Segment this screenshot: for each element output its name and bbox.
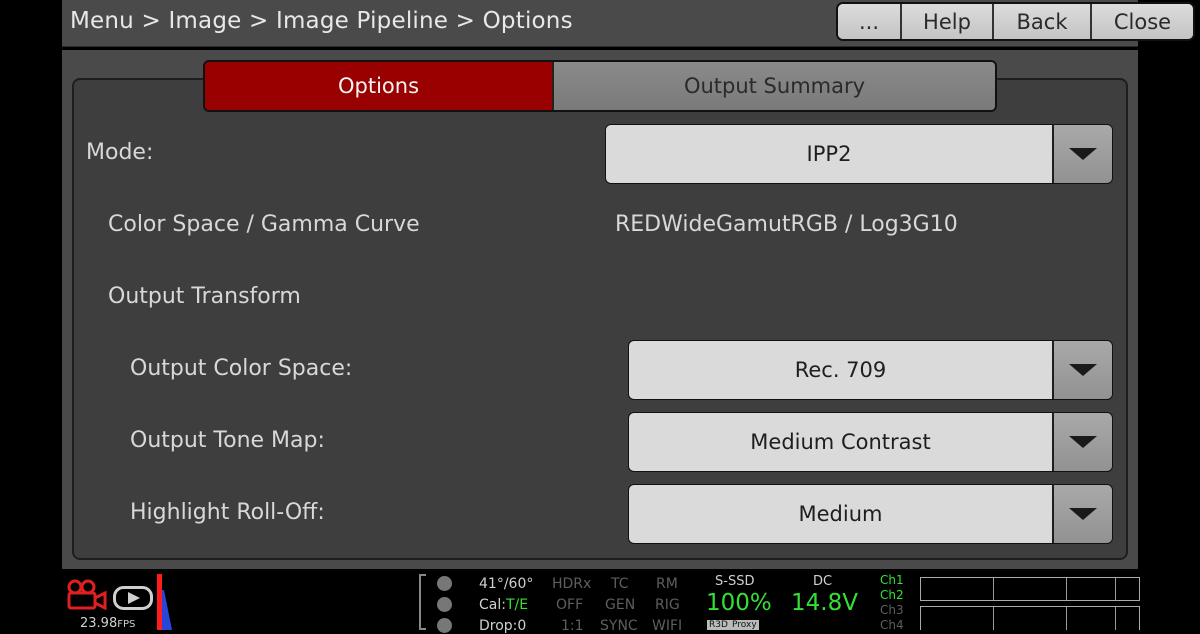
play-icon[interactable]: [113, 586, 153, 610]
chevron-down-icon: [1069, 148, 1097, 160]
output-tone-map-dropdown[interactable]: Medium Contrast: [628, 412, 1113, 472]
breadcrumb: Menu > Image > Image Pipeline > Options: [70, 8, 573, 34]
proxy-badge: Proxy: [730, 620, 759, 630]
top-bar: Menu > Image > Image Pipeline > Options …: [62, 0, 1195, 47]
status-bracket: [419, 574, 426, 630]
temperature-readout: 41°/60°: [479, 576, 534, 592]
back-button[interactable]: Back: [994, 4, 1092, 39]
highlight-rolloff-dropdown-button[interactable]: [1054, 485, 1112, 543]
power-voltage: 14.8V: [791, 590, 858, 616]
timecode-sync: SYNC: [600, 618, 638, 634]
color-space-value: REDWideGamutRGB / Log3G10: [615, 212, 958, 237]
status-bar: 23.98FPS 41°/60° Cal:T/E Drop:0 HDRx OFF…: [0, 570, 1200, 634]
chevron-down-icon: [1069, 364, 1097, 376]
output-color-space-dropdown[interactable]: Rec. 709: [628, 340, 1113, 400]
audio-meter-tick: [1115, 578, 1116, 600]
drop-readout: Drop:0: [479, 618, 527, 634]
audio-meter-tick: [1115, 607, 1116, 630]
output-tone-map-label: Output Tone Map:: [130, 428, 325, 453]
highlight-rolloff-value[interactable]: Medium: [629, 485, 1054, 543]
audio-meter-tick: [1066, 607, 1067, 630]
tab-bar: Options Output Summary: [203, 60, 997, 112]
color-space-label: Color Space / Gamma Curve: [108, 212, 420, 237]
channel-2: Ch2: [880, 588, 904, 602]
audio-meter-tick: [993, 578, 994, 600]
hdrx-value: OFF: [556, 597, 584, 613]
mode-label: Mode:: [86, 140, 154, 165]
audio-meter-bottom: [920, 606, 1140, 630]
close-button[interactable]: Close: [1092, 4, 1193, 39]
hdrx-ratio: 1:1: [561, 618, 584, 634]
remote-wifi: WIFI: [652, 618, 683, 634]
main-panel: Options Output Summary Mode: IPP2 Color …: [62, 50, 1138, 569]
hdrx-label: HDRx: [552, 576, 592, 592]
power-label: DC: [813, 574, 833, 589]
help-button[interactable]: Help: [902, 4, 994, 39]
output-color-space-dropdown-button[interactable]: [1054, 341, 1112, 399]
channel-1: Ch1: [880, 573, 904, 587]
timecode-value: GEN: [605, 597, 636, 613]
highlight-rolloff-label: Highlight Roll-Off:: [130, 500, 325, 525]
calibration-readout: Cal:T/E: [479, 597, 528, 613]
highlight-rolloff-dropdown[interactable]: Medium: [628, 484, 1113, 544]
tab-options[interactable]: Options: [205, 62, 554, 110]
mode-value[interactable]: IPP2: [606, 125, 1054, 183]
output-tone-map-dropdown-button[interactable]: [1054, 413, 1112, 471]
r3d-badge: R3D: [707, 620, 730, 630]
timecode-label: TC: [611, 576, 629, 592]
level-meter-blue: [162, 590, 172, 630]
media-capacity: 100%: [706, 590, 772, 616]
remote-label: RM: [656, 576, 678, 592]
output-color-space-label: Output Color Space:: [130, 356, 353, 381]
record-camera-icon[interactable]: [66, 578, 108, 610]
media-label: S-SSD: [715, 574, 755, 589]
tab-output-summary[interactable]: Output Summary: [554, 62, 995, 110]
fps-value: 23.98: [80, 616, 118, 631]
status-dot-3: [437, 618, 452, 633]
chevron-down-icon: [1069, 436, 1097, 448]
more-button[interactable]: ...: [838, 4, 902, 39]
mode-dropdown[interactable]: IPP2: [605, 124, 1113, 184]
header-button-group: ... Help Back Close: [836, 2, 1195, 41]
calibration-label: Cal:: [479, 597, 506, 613]
channel-3: Ch3: [880, 603, 904, 617]
output-color-space-value[interactable]: Rec. 709: [629, 341, 1054, 399]
output-tone-map-value[interactable]: Medium Contrast: [629, 413, 1054, 471]
output-transform-heading: Output Transform: [108, 284, 301, 309]
mode-dropdown-button[interactable]: [1054, 125, 1112, 183]
audio-meter-tick: [1066, 578, 1067, 600]
fps-unit: FPS: [117, 619, 136, 630]
status-dot-1: [437, 576, 452, 591]
status-dot-2: [437, 597, 452, 612]
chevron-down-icon: [1069, 508, 1097, 520]
audio-meter-tick: [993, 607, 994, 630]
fps-readout: 23.98FPS: [80, 616, 135, 631]
calibration-value: T/E: [505, 597, 529, 613]
audio-meter-top: [920, 577, 1140, 601]
remote-value: RIG: [655, 597, 680, 613]
